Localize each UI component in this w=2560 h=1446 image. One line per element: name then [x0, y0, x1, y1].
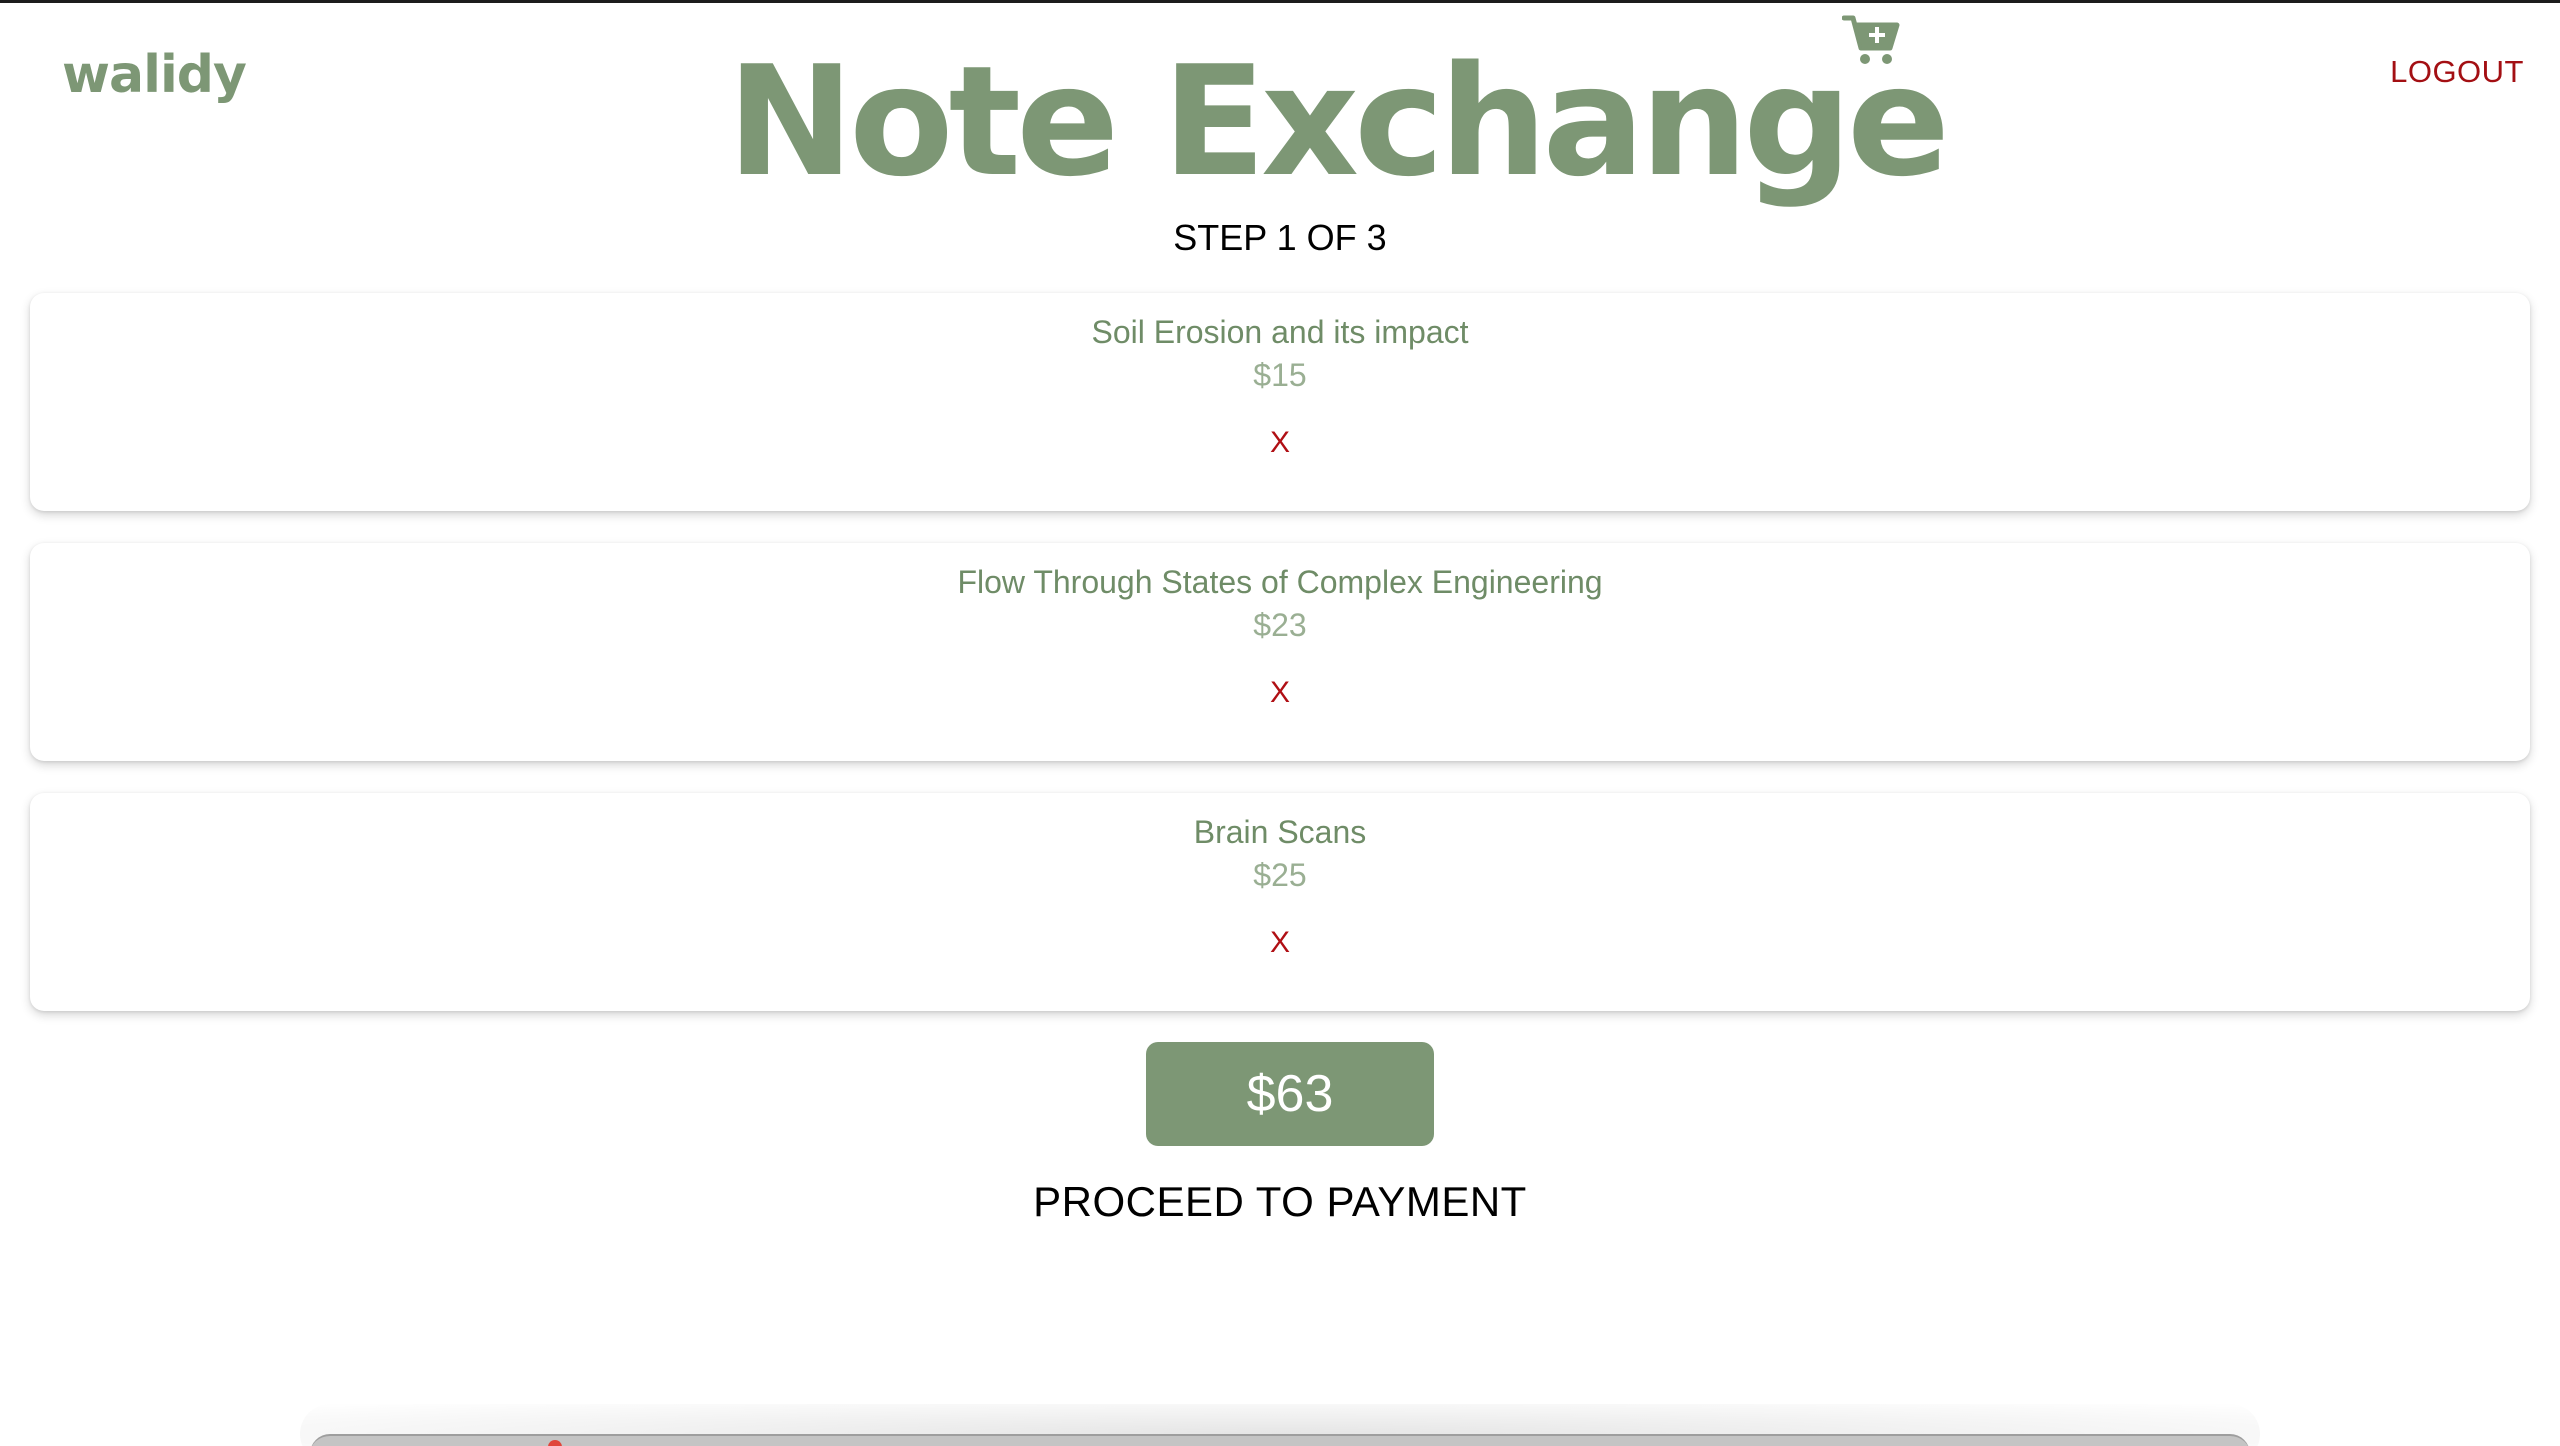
cart-item-price: $23	[1253, 607, 1307, 643]
cart-item-price: $15	[1253, 357, 1307, 393]
cart-item-card: Flow Through States of Complex Engineeri…	[30, 543, 2530, 761]
cart-item-price: $25	[1253, 857, 1307, 893]
cart-item-title: Flow Through States of Complex Engineeri…	[957, 564, 1603, 600]
remove-item-button[interactable]: X	[1270, 426, 1290, 459]
page-title: Note Exchange	[726, 33, 1950, 210]
cart-plus-icon[interactable]	[1841, 12, 1902, 68]
top-divider	[0, 0, 2560, 3]
proceed-to-payment-button[interactable]: PROCEED TO PAYMENT	[1033, 1178, 1527, 1225]
remove-item-button[interactable]: X	[1270, 926, 1290, 959]
step-indicator: STEP 1 OF 3	[1173, 217, 1387, 258]
remove-item-button[interactable]: X	[1270, 676, 1290, 709]
total-amount: $63	[1146, 1042, 1434, 1146]
cart-item-card: Brain Scans $25 X	[30, 793, 2530, 1011]
logout-link[interactable]: LOGOUT	[2390, 52, 2524, 92]
cart-item-title: Brain Scans	[1193, 814, 1367, 850]
page: walidy Note Exchange LOGOUT STEP 1 OF 3 …	[0, 0, 2560, 1446]
dock	[310, 1434, 2250, 1446]
cart-item-card: Soil Erosion and its impact $15 X	[30, 293, 2530, 511]
cart-item-title: Soil Erosion and its impact	[1091, 314, 1469, 350]
